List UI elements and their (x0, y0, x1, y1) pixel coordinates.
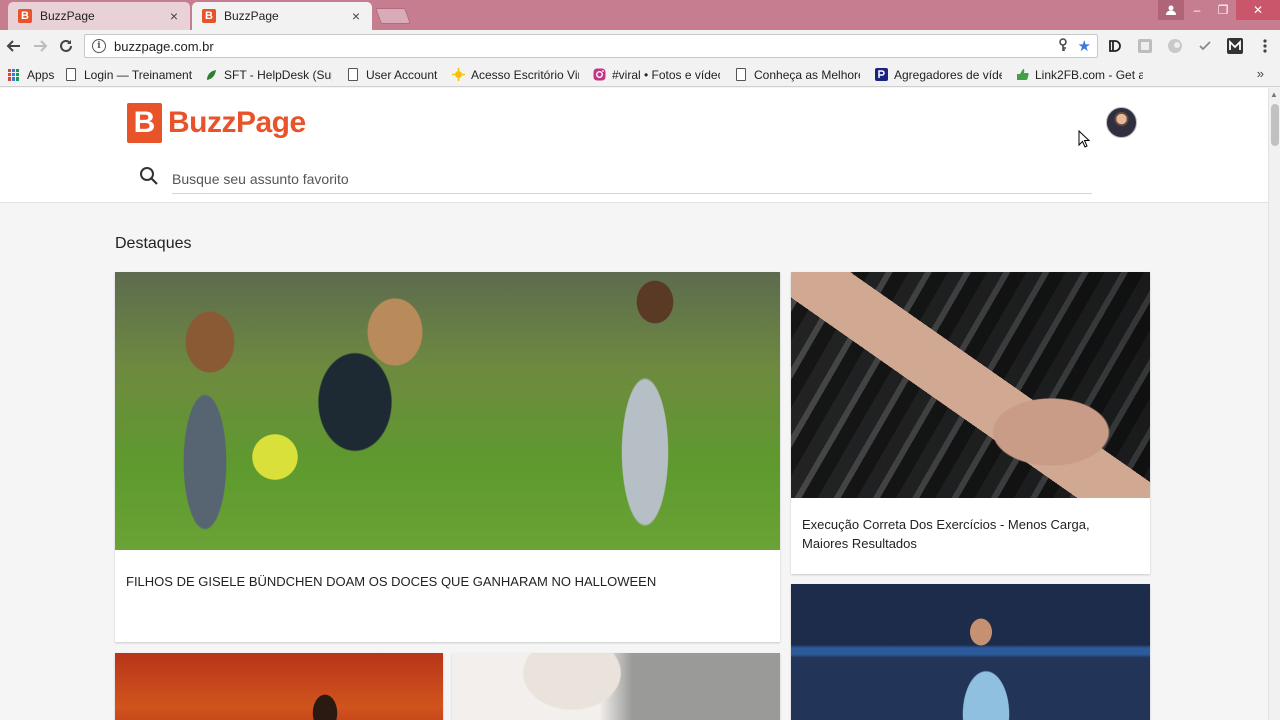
featured-card-main[interactable]: FILHOS DE GISELE BÜNDCHEN DOAM OS DOCES … (115, 272, 780, 642)
browser-toolbar: i buzzpage.com.br ★ (0, 30, 1280, 62)
buzzpage-favicon-icon: B (18, 9, 32, 23)
checkmark-icon[interactable] (1196, 37, 1214, 55)
page-scrollbar[interactable]: ▲ (1268, 88, 1280, 720)
search-input[interactable] (172, 164, 1092, 194)
page-icon (64, 68, 78, 82)
address-bar[interactable]: i buzzpage.com.br ★ (84, 34, 1098, 58)
mouse-cursor-icon (1078, 130, 1090, 148)
page-icon (734, 68, 748, 82)
card-image-gisele-children[interactable] (115, 272, 780, 550)
scroll-thumb[interactable] (1271, 104, 1279, 146)
bookmark-star-icon[interactable]: ★ (1078, 37, 1091, 55)
bookmarks-bar: Apps Login — Treinamento SFT - HelpDesk … (0, 62, 1280, 87)
tab-close-icon[interactable]: × (346, 8, 366, 24)
bookmark-agregadores-video[interactable]: Agregadores de vídeo (874, 66, 1002, 83)
bookmark-sft-helpdesk[interactable]: SFT - HelpDesk (Supo (204, 66, 332, 83)
bookmark-label: #viral • Fotos e vídeos (612, 67, 720, 82)
restore-button[interactable]: ❐ (1210, 0, 1236, 20)
key-icon[interactable] (1058, 37, 1068, 55)
new-tab-button[interactable] (375, 8, 411, 24)
page-icon (346, 68, 360, 82)
featured-card-exercicios[interactable]: Execução Correta Dos Exercícios - Menos … (791, 272, 1150, 574)
card-image-football-player[interactable] (791, 584, 1150, 720)
featured-card-running[interactable] (452, 653, 780, 720)
bookmark-label: Login — Treinamento (84, 67, 192, 82)
browser-tab-1[interactable]: B BuzzPage × (8, 2, 190, 30)
forward-arrow-icon[interactable] (30, 36, 50, 56)
tab-title: BuzzPage (40, 9, 95, 23)
section-title-destaques: Destaques (115, 235, 192, 252)
thumbs-up-icon (1015, 68, 1029, 82)
browser-titlebar: B BuzzPage × B BuzzPage × – ❐ ✕ (0, 0, 1280, 30)
bookmark-acesso-escritorio[interactable]: Acesso Escritório Virtu (451, 66, 579, 83)
tab-close-icon[interactable]: × (164, 8, 184, 24)
window-controls: – ❐ ✕ (1158, 0, 1280, 20)
site-header: B BuzzPage (0, 88, 1268, 203)
bookmark-apps[interactable]: Apps (7, 66, 59, 83)
close-window-button[interactable]: ✕ (1236, 0, 1280, 20)
buzzpage-logo[interactable]: B BuzzPage (127, 102, 306, 144)
instagram-icon (592, 68, 606, 82)
search-icon[interactable] (139, 166, 159, 186)
card-image-halloween[interactable] (115, 653, 443, 720)
featured-card-football[interactable] (791, 584, 1150, 720)
bookmark-label: Apps (27, 67, 55, 82)
back-arrow-icon[interactable] (4, 36, 24, 56)
bookmark-label: Link2FB.com - Get a li (1035, 67, 1143, 82)
bookmark-login-treinamento[interactable]: Login — Treinamento (64, 66, 192, 83)
apps-grid-icon (7, 68, 21, 82)
extension-d-icon[interactable] (1106, 37, 1124, 55)
bookmark-label: Acesso Escritório Virtu (471, 67, 579, 82)
featured-card-halloween[interactable] (115, 653, 443, 720)
browser-tab-2-active[interactable]: B BuzzPage × (192, 2, 372, 30)
bookmark-label: SFT - HelpDesk (Supo (224, 67, 332, 82)
card-image-dumbbells[interactable] (791, 272, 1150, 498)
bookmark-link2fb[interactable]: Link2FB.com - Get a li (1015, 66, 1143, 83)
web-page: B BuzzPage Destaques FILHOS DE GISELE BÜ… (0, 88, 1268, 720)
logo-mark: B (127, 103, 162, 143)
extension-grey-box-icon[interactable] (1136, 37, 1154, 55)
url-text[interactable]: buzzpage.com.br (114, 39, 1058, 54)
minimize-button[interactable]: – (1184, 0, 1210, 20)
bookmark-user-account[interactable]: User Account - (346, 66, 440, 83)
bookmark-label: Agregadores de vídeo (894, 67, 1002, 82)
profile-person-icon[interactable] (1158, 0, 1184, 20)
p-logo-icon (874, 68, 888, 82)
extension-circle-icon[interactable] (1166, 37, 1184, 55)
scroll-up-arrow-icon[interactable]: ▲ (1270, 90, 1278, 99)
bookmark-label: User Account - (366, 67, 440, 82)
bookmarks-overflow-chevron-icon[interactable]: » (1257, 66, 1264, 81)
extension-m-icon[interactable] (1226, 37, 1244, 55)
bookmark-conheca-melhores[interactable]: Conheça as Melhores (734, 66, 860, 83)
star-burst-icon (451, 68, 465, 82)
card-image-running[interactable] (452, 653, 780, 720)
bookmark-label: Conheça as Melhores (754, 67, 860, 82)
menu-kebab-icon[interactable] (1256, 37, 1274, 55)
card-title[interactable]: FILHOS DE GISELE BÜNDCHEN DOAM OS DOCES … (126, 572, 764, 591)
user-avatar[interactable] (1106, 107, 1137, 138)
tab-title: BuzzPage (224, 9, 279, 23)
logo-text: BuzzPage (168, 106, 306, 139)
card-title[interactable]: Execução Correta Dos Exercícios - Menos … (802, 515, 1134, 553)
info-icon[interactable]: i (92, 39, 106, 53)
leaf-icon (204, 68, 218, 82)
bookmark-viral-instagram[interactable]: #viral • Fotos e vídeos (592, 66, 720, 83)
buzzpage-favicon-icon: B (202, 9, 216, 23)
reload-icon[interactable] (56, 36, 76, 56)
